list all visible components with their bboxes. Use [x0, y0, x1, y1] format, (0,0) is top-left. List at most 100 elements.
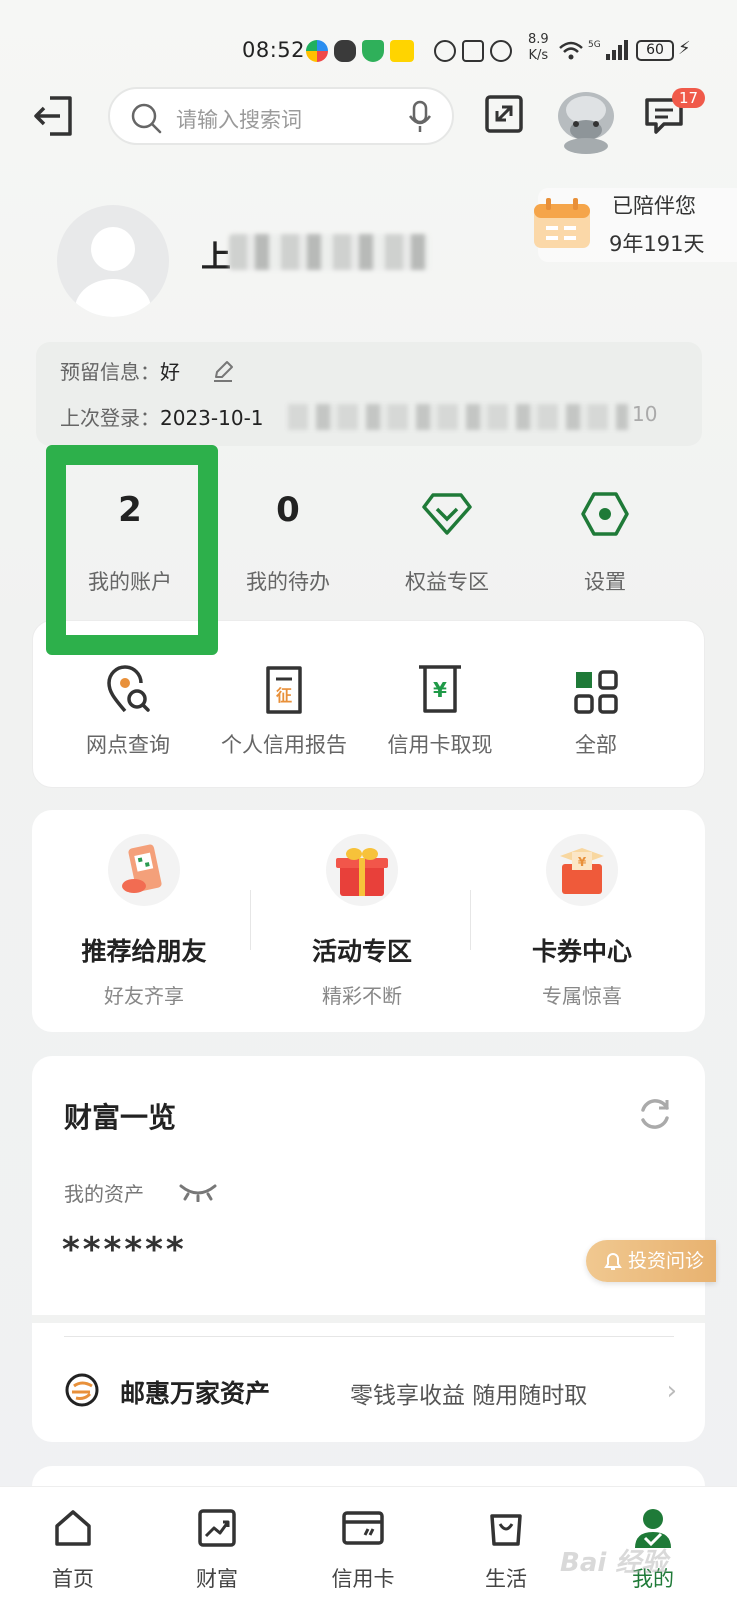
activity-zone-subtitle: 精彩不断 [322, 984, 402, 1008]
user-avatar[interactable] [57, 205, 169, 317]
diamond-icon [422, 493, 472, 535]
settings-hexagon-icon [581, 492, 629, 536]
svg-text:¥: ¥ [578, 855, 587, 869]
wifi-icon [559, 41, 583, 60]
user-placeholder-icon [75, 227, 151, 317]
last-login-tail: 10 [632, 402, 658, 426]
my-assets-value: ****** [62, 1230, 187, 1270]
signal-icon: 5G [588, 40, 628, 60]
all-services-label: 全部 [575, 733, 617, 757]
nav-credit-card[interactable]: 信用卡 [308, 1505, 418, 1593]
svg-text:¥: ¥ [433, 678, 447, 702]
redacted-name [229, 234, 429, 270]
highlight-annotation [46, 445, 218, 655]
status-time: 08:52 [242, 38, 306, 62]
search-placeholder: 请输入搜索词 [176, 108, 302, 132]
switch-mode-icon[interactable] [484, 94, 524, 134]
calendar-icon [534, 198, 590, 248]
app-notification-icon [306, 40, 328, 62]
network-speed: 8.9 K/s [528, 32, 549, 63]
home-icon [55, 1510, 91, 1546]
credit-card-cash-label: 信用卡取现 [387, 733, 493, 757]
credit-card-icon [342, 1511, 384, 1545]
refresh-icon[interactable] [637, 1096, 673, 1132]
product-title[interactable]: 邮惠万家资产 [120, 1374, 270, 1410]
nav-credit-card-label: 信用卡 [331, 1567, 395, 1591]
product-description[interactable]: 零钱享收益 随用随时取 [350, 1376, 587, 1410]
shopping-bag-icon [490, 1514, 522, 1546]
investment-consult-button[interactable]: 投资问诊 [586, 1240, 716, 1282]
recommend-friend[interactable]: 推荐给朋友 好友齐享 [32, 834, 256, 1009]
recommend-friend-subtitle: 好友齐享 [104, 984, 184, 1008]
benefits-zone[interactable]: 权益专区 [372, 490, 522, 596]
mascot-avatar[interactable] [550, 86, 622, 154]
reserved-info: 预留信息：好 [60, 356, 180, 385]
last-login-label: 上次登录： [60, 406, 160, 430]
promo-card: 推荐给朋友 好友齐享 活动专区 精彩不断 ¥ 卡券中心 专属惊喜 [32, 810, 705, 1032]
account-info-box: 预留信息：好 上次登录：2023-10-1 10 [36, 342, 702, 446]
credit-report-label: 个人信用报告 [221, 733, 347, 757]
shield-icon [362, 40, 384, 62]
atm-cash-icon: ¥ [419, 665, 461, 713]
svg-text:5G: 5G [588, 40, 601, 50]
location-search-icon [107, 665, 150, 713]
coupon-center-subtitle: 专属惊喜 [542, 984, 622, 1008]
nav-home[interactable]: 首页 [18, 1505, 128, 1593]
greeting-text: 上 [201, 240, 231, 275]
activity-zone[interactable]: 活动专区 精彩不断 [250, 834, 474, 1009]
credit-report[interactable]: 征 个人信用报告 [199, 661, 369, 759]
nav-life-label: 生活 [485, 1567, 527, 1591]
credit-report-icon: 征 [266, 666, 302, 714]
branch-search[interactable]: 网点查询 [43, 661, 213, 759]
my-todos-label: 我的待办 [246, 570, 330, 594]
wechat-icon [334, 40, 356, 62]
last-login: 上次登录：2023-10-1 [60, 402, 264, 431]
activity-zone-title: 活动专区 [311, 937, 412, 966]
gift-box-icon [336, 848, 388, 896]
my-assets-label: 我的资产 [64, 1182, 144, 1206]
search-bar[interactable]: 请输入搜索词 [108, 87, 454, 145]
microphone-icon[interactable] [408, 100, 432, 134]
message-badge: 17 [672, 88, 706, 108]
yy-app-icon [390, 40, 414, 62]
companion-duration: 9年191天 [609, 232, 705, 256]
eye-closed-icon[interactable] [178, 1182, 218, 1202]
nav-life[interactable]: 生活 [451, 1505, 561, 1593]
bell-icon [604, 1253, 622, 1270]
top-bar: 请输入搜索词 17 [0, 86, 737, 154]
chevron-right-icon[interactable]: › [667, 1376, 677, 1406]
coupon-center-title: 卡券中心 [531, 937, 632, 966]
svg-text:征: 征 [276, 686, 292, 705]
wealth-title: 财富一览 [64, 1101, 177, 1134]
companion-label: 已陪伴您 [612, 194, 696, 218]
nfc-icon [462, 40, 484, 62]
postal-savings-logo-icon [65, 1373, 99, 1407]
charging-icon: ⚡ [678, 38, 691, 59]
baidu-watermark: Bai 经验 [560, 1548, 668, 1578]
grid-all-icon [574, 670, 618, 714]
chart-trend-icon [198, 1509, 236, 1547]
nav-wealth[interactable]: 财富 [162, 1505, 272, 1593]
settings[interactable]: 设置 [530, 490, 680, 596]
todo-count: 0 [276, 490, 300, 530]
all-services[interactable]: 全部 [511, 661, 681, 759]
battery-indicator: 60 [636, 40, 674, 61]
logout-icon[interactable] [32, 94, 76, 138]
nav-wealth-label: 财富 [196, 1567, 238, 1591]
nav-home-label: 首页 [52, 1567, 94, 1591]
coupon-center[interactable]: ¥ 卡券中心 专属惊喜 [470, 834, 694, 1009]
status-bar: 08:52 8.9 K/s 5G 60 ⚡ [0, 30, 737, 70]
divider [64, 1336, 674, 1337]
investment-consult-label: 投资问诊 [628, 1250, 705, 1272]
search-icon [131, 103, 162, 134]
my-todos[interactable]: 0 我的待办 [213, 490, 363, 596]
section-gap [32, 1315, 705, 1323]
edit-icon[interactable] [212, 360, 234, 382]
settings-label: 设置 [584, 570, 626, 594]
phone-qr-icon [122, 844, 162, 893]
branch-search-label: 网点查询 [86, 733, 170, 757]
benefits-zone-label: 权益专区 [405, 570, 489, 594]
recommend-friend-title: 推荐给朋友 [81, 937, 207, 966]
credit-card-cash[interactable]: ¥ 信用卡取现 [355, 661, 525, 759]
alarm-icon [490, 40, 512, 62]
